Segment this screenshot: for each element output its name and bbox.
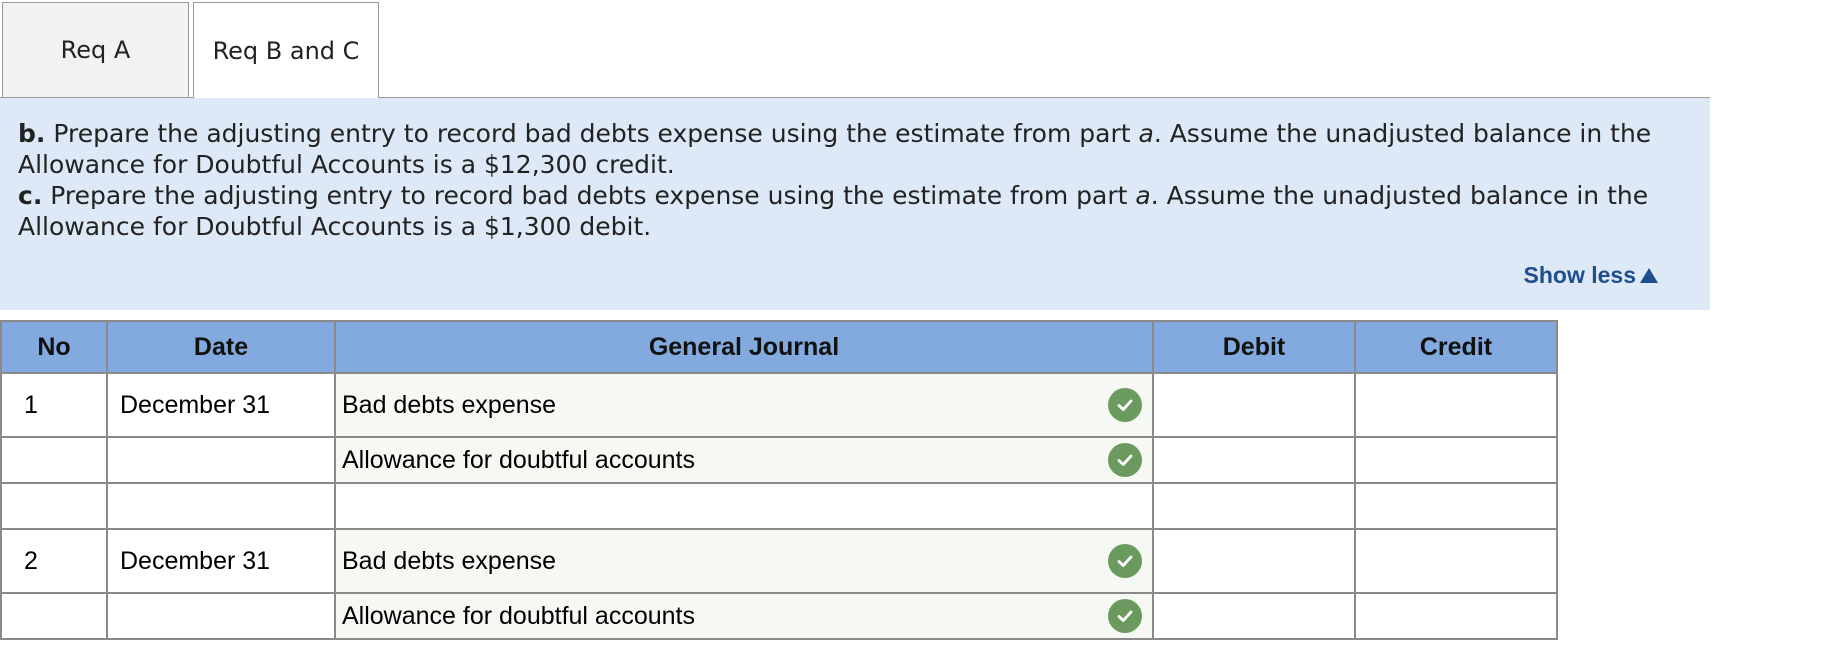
header-no: No xyxy=(0,320,108,374)
instruction-b: b. Prepare the adjusting entry to record… xyxy=(18,118,1698,180)
tab-req-b-and-c[interactable]: Req B and C xyxy=(193,2,379,98)
account-name: Bad debts expense xyxy=(342,390,557,419)
debit-input[interactable] xyxy=(1152,436,1356,484)
debit-input[interactable] xyxy=(1152,528,1356,594)
header-general-journal: General Journal xyxy=(334,320,1154,374)
entry-number xyxy=(0,592,108,640)
credit-input[interactable] xyxy=(1354,482,1558,530)
header-credit: Credit xyxy=(1354,320,1558,374)
instruction-c-part: a xyxy=(1135,181,1151,210)
check-circle-icon xyxy=(1108,388,1142,422)
table-row: Allowance for doubtful accounts xyxy=(0,592,1558,640)
table-row: 2 December 31 Bad debts expense xyxy=(0,528,1558,594)
date-cell xyxy=(106,436,336,484)
instruction-b-label: b. xyxy=(18,119,46,148)
check-circle-icon xyxy=(1108,443,1142,477)
instructions-panel: b. Prepare the adjusting entry to record… xyxy=(0,98,1710,310)
table-header-row: No Date General Journal Debit Credit xyxy=(0,320,1558,374)
instruction-b-text: Prepare the adjusting entry to record ba… xyxy=(53,119,1131,148)
date-cell xyxy=(106,482,336,530)
header-debit: Debit xyxy=(1152,320,1356,374)
entry-number: 1 xyxy=(0,372,108,438)
credit-input[interactable] xyxy=(1354,372,1558,438)
account-name: Allowance for doubtful accounts xyxy=(342,445,695,474)
account-name: Allowance for doubtful accounts xyxy=(342,601,695,630)
instruction-c-text: Prepare the adjusting entry to record ba… xyxy=(50,181,1128,210)
account-cell[interactable] xyxy=(334,482,1154,530)
instructions-text: b. Prepare the adjusting entry to record… xyxy=(18,118,1698,242)
account-cell[interactable]: Bad debts expense xyxy=(334,372,1154,438)
instruction-c: c. Prepare the adjusting entry to record… xyxy=(18,180,1698,242)
instruction-b-part: a xyxy=(1138,119,1154,148)
debit-input[interactable] xyxy=(1152,372,1356,438)
debit-input[interactable] xyxy=(1152,592,1356,640)
credit-input[interactable] xyxy=(1354,528,1558,594)
date-cell: December 31 xyxy=(106,528,336,594)
check-circle-icon xyxy=(1108,599,1142,633)
instruction-c-label: c. xyxy=(18,181,43,210)
debit-input[interactable] xyxy=(1152,482,1356,530)
check-circle-icon xyxy=(1108,544,1142,578)
tab-req-a[interactable]: Req A xyxy=(2,2,189,97)
date-cell: December 31 xyxy=(106,372,336,438)
header-date: Date xyxy=(106,320,336,374)
show-less-link[interactable]: Show less xyxy=(1524,262,1658,289)
table-row xyxy=(0,482,1558,530)
entry-number: 2 xyxy=(0,528,108,594)
account-cell[interactable]: Bad debts expense xyxy=(334,528,1154,594)
account-cell[interactable]: Allowance for doubtful accounts xyxy=(334,592,1154,640)
triangle-up-icon xyxy=(1640,268,1658,283)
show-less-label: Show less xyxy=(1523,262,1636,288)
date-cell xyxy=(106,592,336,640)
general-journal-table: No Date General Journal Debit Credit 1 D… xyxy=(0,320,1558,640)
account-cell[interactable]: Allowance for doubtful accounts xyxy=(334,436,1154,484)
table-row: 1 December 31 Bad debts expense xyxy=(0,372,1558,438)
account-name: Bad debts expense xyxy=(342,546,557,575)
requirement-tabs: Req A Req B and C xyxy=(0,0,1710,98)
entry-number xyxy=(0,436,108,484)
credit-input[interactable] xyxy=(1354,436,1558,484)
credit-input[interactable] xyxy=(1354,592,1558,640)
entry-number xyxy=(0,482,108,530)
table-row: Allowance for doubtful accounts xyxy=(0,436,1558,484)
